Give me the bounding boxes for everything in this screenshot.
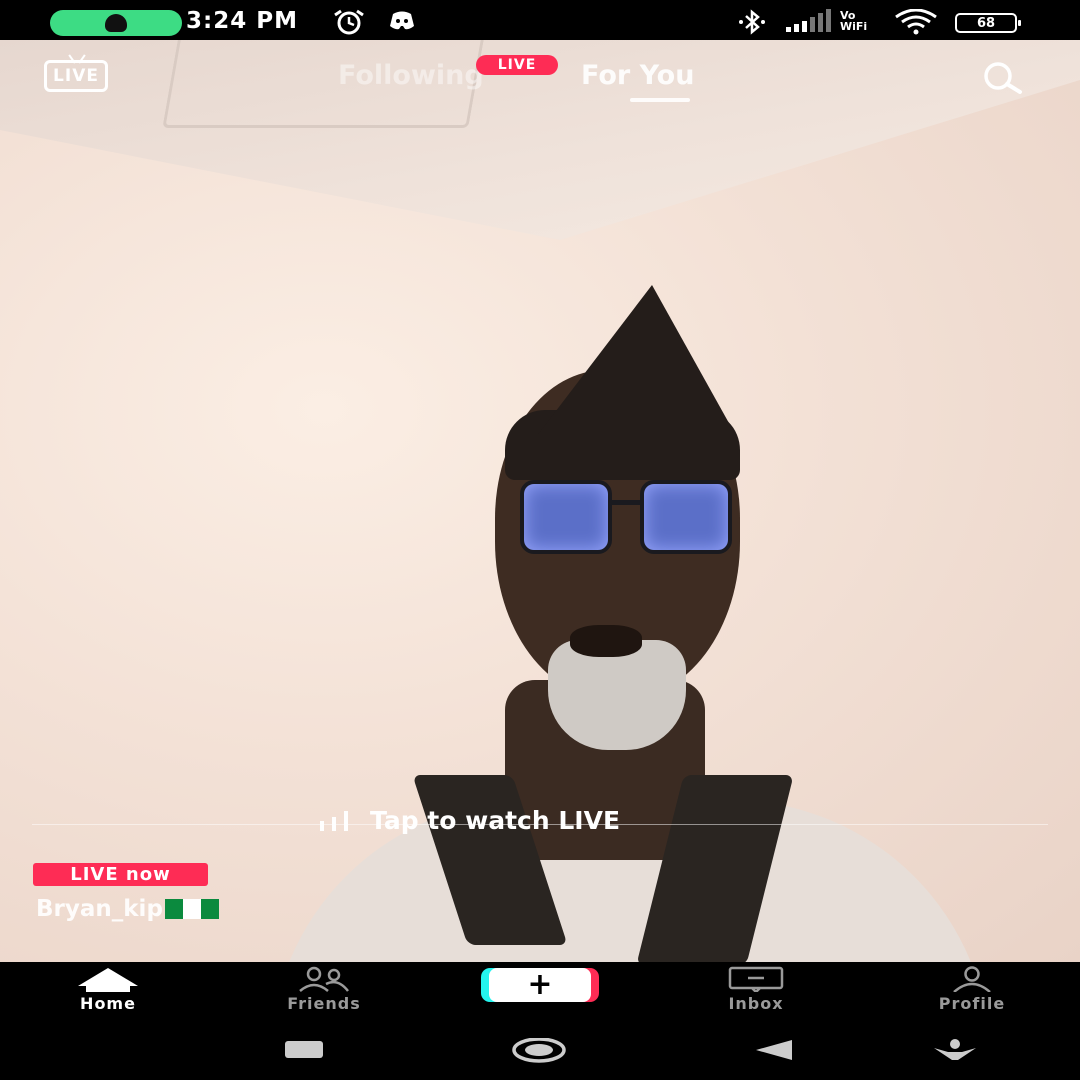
status-time: 3:24 PM <box>186 8 298 34</box>
nav-inbox[interactable]: Inbox <box>686 966 826 1013</box>
glasses-lens-left <box>520 480 612 554</box>
call-active-icon <box>105 14 127 32</box>
back-button[interactable] <box>754 1038 794 1062</box>
following-live-badge: LIVE <box>476 55 558 75</box>
bluetooth-icon <box>739 9 765 35</box>
profile-icon <box>953 966 991 992</box>
active-tab-underline <box>630 98 690 102</box>
glasses-lens-right <box>640 480 732 554</box>
status-bar: 3:24 PM Vo WiFi 68 <box>0 0 1080 40</box>
assistant-button[interactable] <box>932 1038 978 1064</box>
nav-friends-label: Friends <box>287 994 361 1013</box>
bottom-navigation: Home Friends + Inbox Profile <box>0 962 1080 1026</box>
nav-inbox-label: Inbox <box>728 994 784 1013</box>
create-icon: + <box>489 968 591 1002</box>
create-button[interactable]: + <box>481 968 599 1002</box>
signal-icon <box>786 9 831 32</box>
tap-to-watch-button[interactable]: Tap to watch LIVE <box>320 806 620 835</box>
ongoing-call-indicator[interactable] <box>50 10 182 36</box>
home-icon <box>78 968 138 992</box>
streamer-username[interactable]: Bryan_kip <box>36 896 219 922</box>
alarm-icon <box>334 9 364 35</box>
battery-icon: 68 <box>955 13 1021 33</box>
live-tv-icon[interactable]: LIVE <box>44 60 108 92</box>
discord-icon <box>390 11 414 30</box>
audio-bars-icon <box>320 810 348 831</box>
recents-button[interactable] <box>283 1038 325 1062</box>
ceiling-background <box>0 40 1080 240</box>
glasses-bridge <box>612 500 642 505</box>
system-navigation <box>0 1026 1080 1080</box>
home-button[interactable] <box>511 1038 567 1066</box>
tap-to-watch-label: Tap to watch LIVE <box>370 806 621 835</box>
inbox-icon <box>728 966 784 992</box>
nav-home[interactable]: Home <box>38 966 178 1013</box>
tab-for-you[interactable]: For You <box>581 60 694 91</box>
friends-icon <box>299 966 349 992</box>
person-mouth <box>570 625 642 657</box>
tab-following[interactable]: Following <box>338 60 484 91</box>
nav-profile-label: Profile <box>938 994 1006 1013</box>
nigeria-flag-icon <box>164 899 219 919</box>
username-text: Bryan_kip <box>36 896 163 922</box>
wifi-icon <box>895 9 937 35</box>
nav-home-label: Home <box>80 994 136 1013</box>
search-icon[interactable] <box>972 60 1032 96</box>
vowifi-label: Vo WiFi <box>840 9 868 33</box>
nav-friends[interactable]: Friends <box>254 966 394 1013</box>
live-now-badge: LIVE now <box>33 863 208 886</box>
nav-profile[interactable]: Profile <box>902 966 1042 1013</box>
